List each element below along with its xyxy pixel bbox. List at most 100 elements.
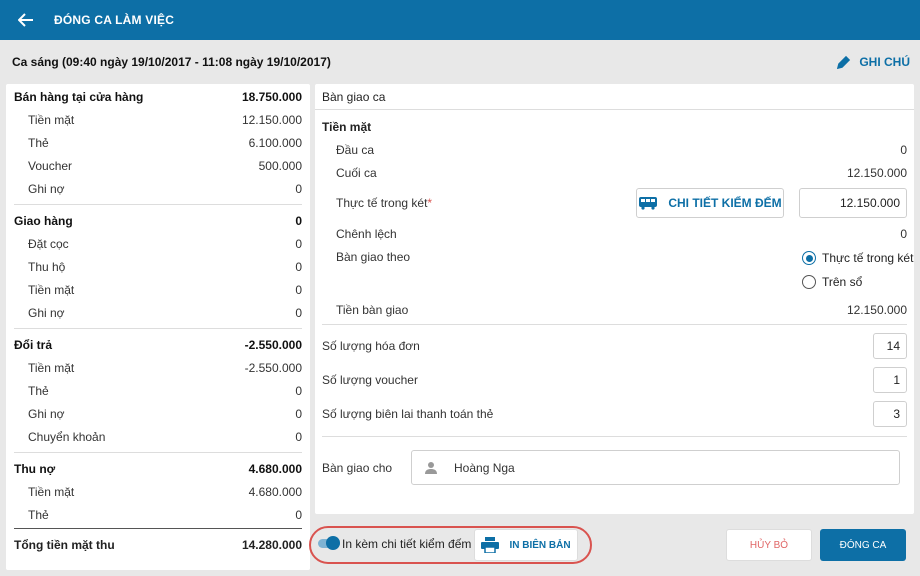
divider <box>322 436 907 437</box>
list-item: Thẻ 6.100.000 <box>14 131 302 154</box>
required-mark: * <box>427 196 433 210</box>
footer-bar: In kèm chi tiết kiểm đếm IN BIÊN BẢN HỦY… <box>0 520 920 576</box>
item-value: 12.150.000 <box>241 112 302 127</box>
top-bar: ĐÓNG CA LÀM VIỆC <box>0 0 920 40</box>
item-value: 0 <box>295 282 302 297</box>
actual-label: Thực tế trong két <box>336 196 428 210</box>
close-shift-button[interactable]: ĐÓNG CA <box>820 529 906 561</box>
item-label: Tiền mặt <box>28 282 75 297</box>
invoice-count-label: Số lượng hóa đơn <box>322 339 420 353</box>
radio-selected-icon <box>802 251 816 265</box>
receipt-count-label: Số lượng biên lai thanh toán thẻ <box>322 407 494 421</box>
summary-group-sales: Bán hàng tại cửa hàng 18.750.000 Tiền mặt… <box>6 85 310 200</box>
opening-label: Đầu ca <box>336 143 375 157</box>
radio-empty-icon <box>802 275 816 289</box>
item-label: Thu hộ <box>28 259 66 274</box>
list-item: Ghi nợ 0 <box>14 402 302 425</box>
item-label: Thẻ <box>28 135 49 150</box>
group-label: Bán hàng tại cửa hàng <box>14 89 144 104</box>
bus-icon <box>639 197 658 210</box>
summary-panel: Bán hàng tại cửa hàng 18.750.000 Tiền mặt… <box>6 84 310 570</box>
radio-label: Trên sổ <box>822 275 863 289</box>
group-label: Giao hàng <box>14 213 73 228</box>
item-value: 0 <box>295 259 302 274</box>
list-item: Thu hộ 0 <box>14 255 302 278</box>
radio-actual[interactable]: Thực tế trong két <box>802 251 913 265</box>
list-item: Ghi nợ 0 <box>14 177 302 200</box>
handover-amount-row: Tiền bàn giao 12.150.000 <box>315 302 914 318</box>
list-item: Voucher 500.000 <box>14 154 302 177</box>
item-value: 0 <box>295 406 302 421</box>
handover-title: Bàn giao ca <box>315 84 914 110</box>
receipt-count-row: Số lượng biên lai thanh toán thẻ <box>315 406 914 422</box>
item-label: Tiền mặt <box>28 112 75 127</box>
handover-to-label: Bàn giao cho <box>322 461 393 475</box>
list-item: Tiền mặt -2.550.000 <box>14 356 302 379</box>
back-button[interactable] <box>6 0 46 40</box>
item-label: Tiền mặt <box>28 484 75 499</box>
list-item: Tiền mặt 12.150.000 <box>14 108 302 131</box>
closing-row: Cuối ca 12.150.000 <box>315 165 914 181</box>
actual-amount-input[interactable]: 12.150.000 <box>799 188 907 218</box>
print-label: IN BIÊN BẢN <box>509 539 571 551</box>
list-item: Tiền mặt 4.680.000 <box>14 480 302 503</box>
item-value: 4.680.000 <box>248 484 302 499</box>
closing-value: 12.150.000 <box>846 166 907 180</box>
handover-by-label: Bàn giao theo <box>336 250 411 264</box>
printer-icon <box>481 537 500 553</box>
radio-book[interactable]: Trên sổ <box>802 275 862 289</box>
item-label: Ghi nợ <box>28 305 65 320</box>
cancel-button[interactable]: HỦY BỎ <box>726 529 812 561</box>
count-detail-button[interactable]: CHI TIẾT KIỂM ĐẾM <box>636 188 784 218</box>
invoice-count-row: Số lượng hóa đơn <box>315 338 914 354</box>
cash-section-title: Tiền mặt <box>322 120 372 134</box>
radio-label: Thực tế trong két <box>822 251 914 265</box>
item-label: Tiền mặt <box>28 360 75 375</box>
summary-group-returns: Đổi trả -2.550.000 Tiền mặt -2.550.000 Thẻ… <box>6 333 310 448</box>
invoice-count-input[interactable]: 14 <box>873 333 907 359</box>
handover-amount-value: 12.150.000 <box>846 303 907 317</box>
voucher-count-label: Số lượng voucher <box>322 373 418 387</box>
group-value: 4.680.000 <box>248 461 302 476</box>
handover-to-value: Hoàng Nga <box>454 460 515 475</box>
group-value: -2.550.000 <box>244 337 302 352</box>
item-value: 0 <box>295 236 302 251</box>
difference-label: Chênh lệch <box>336 227 397 241</box>
note-button[interactable]: GHI CHÚ <box>837 55 910 69</box>
divider <box>14 328 302 329</box>
item-label: Chuyển khoản <box>28 429 106 444</box>
item-value: 0 <box>295 181 302 196</box>
shift-header: Ca sáng (09:40 ngày 19/10/2017 - 11:08 n… <box>0 40 920 84</box>
difference-row: Chênh lệch 0 <box>315 226 914 242</box>
person-icon <box>425 461 437 474</box>
closing-label: Cuối ca <box>336 166 377 180</box>
opening-row: Đầu ca 0 <box>315 142 914 158</box>
item-value: 6.100.000 <box>248 135 302 150</box>
group-label: Thu nợ <box>14 461 56 476</box>
summary-group-delivery: Giao hàng 0 Đặt cọc 0 Thu hộ 0 Tiền mặt 0 Gh… <box>6 209 310 324</box>
pencil-icon <box>837 55 851 69</box>
arrow-left-icon <box>18 13 33 27</box>
group-value: 18.750.000 <box>241 89 302 104</box>
item-value: 0 <box>295 305 302 320</box>
item-label: Đặt cọc <box>28 236 69 251</box>
list-item: Chuyển khoản 0 <box>14 425 302 448</box>
voucher-count-row: Số lượng voucher <box>315 372 914 388</box>
note-label: GHI CHÚ <box>859 55 910 69</box>
handover-to-row: Bàn giao cho <box>315 460 405 476</box>
handover-to-field[interactable]: Hoàng Nga <box>411 450 900 485</box>
handover-amount-label: Tiền bàn giao <box>336 303 409 317</box>
difference-value: 0 <box>900 227 907 241</box>
voucher-count-input[interactable]: 1 <box>873 367 907 393</box>
group-label: Đổi trả <box>14 337 53 352</box>
print-report-button[interactable]: IN BIÊN BẢN <box>474 529 578 561</box>
receipt-count-input[interactable]: 3 <box>873 401 907 427</box>
item-value: -2.550.000 <box>244 360 302 375</box>
shift-label: Ca sáng (09:40 ngày 19/10/2017 - 11:08 n… <box>12 55 331 69</box>
page-title: ĐÓNG CA LÀM VIỆC <box>54 13 175 27</box>
count-detail-label: CHI TIẾT KIỂM ĐẾM <box>668 196 782 210</box>
include-detail-toggle[interactable] <box>318 536 340 550</box>
item-label: Ghi nợ <box>28 406 65 421</box>
divider <box>14 452 302 453</box>
list-item: Tiền mặt 0 <box>14 278 302 301</box>
